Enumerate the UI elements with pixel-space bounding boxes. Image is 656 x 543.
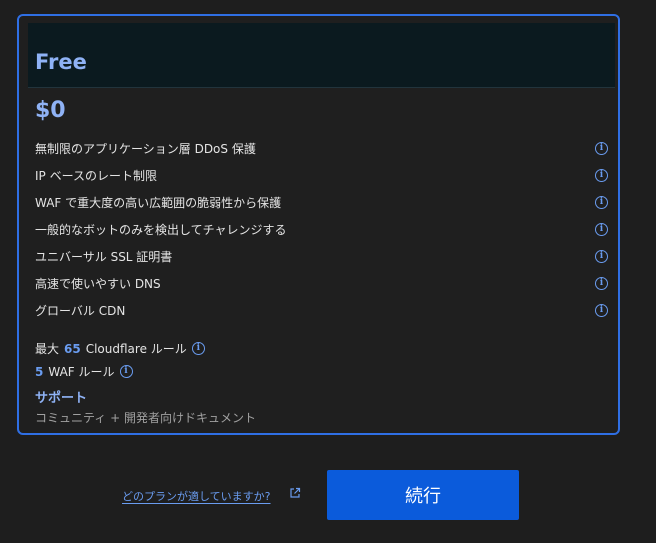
feature-item: 一般的なボットのみを検出してチャレンジする i (35, 216, 608, 243)
info-icon[interactable]: i (119, 365, 133, 378)
plan-price: $0 (35, 98, 66, 123)
feature-label: グローバル CDN (35, 304, 126, 318)
feature-item: 高速で使いやすい DNS i (35, 270, 608, 297)
plan-name: Free (35, 50, 87, 74)
feature-label: 高速で使いやすい DNS (35, 277, 161, 291)
external-link-icon[interactable] (289, 487, 301, 499)
info-icon[interactable]: i (595, 169, 608, 182)
info-icon[interactable]: i (191, 342, 205, 355)
info-icon[interactable]: i (595, 277, 608, 290)
plan-header: Free (28, 23, 615, 88)
info-icon[interactable]: i (595, 196, 608, 209)
info-icon[interactable]: i (595, 304, 608, 317)
feature-label: WAF で重大度の高い広範囲の脆弱性から保護 (35, 196, 282, 210)
feature-label: IP ベースのレート制限 (35, 169, 157, 183)
waf-rules-count: 5 (35, 364, 44, 379)
continue-button[interactable]: 続行 (327, 470, 519, 520)
feature-list: 無制限のアプリケーション層 DDoS 保護 i IP ベースのレート制限 i W… (35, 135, 608, 324)
cloudflare-rules-count: 65 (64, 341, 81, 356)
waf-rules-label: WAF ルール (48, 365, 115, 379)
feature-item: ユニバーサル SSL 証明書 i (35, 243, 608, 270)
support-title: サポート (35, 391, 88, 406)
cloudflare-rules-label: Cloudflare ルール (85, 342, 187, 356)
feature-item: WAF で重大度の高い広範囲の脆弱性から保護 i (35, 189, 608, 216)
feature-item: グローバル CDN i (35, 297, 608, 324)
waf-rules-row: 5 WAF ルール i (35, 360, 205, 383)
feature-label: 無制限のアプリケーション層 DDoS 保護 (35, 142, 256, 156)
plan-help-link[interactable]: どのプランが適していますか? (122, 488, 271, 504)
rule-limits: 最大 65 Cloudflare ルール i 5 WAF ルール i (35, 337, 205, 383)
feature-label: ユニバーサル SSL 証明書 (35, 250, 173, 264)
support-text: コミュニティ + 開発者向けドキュメント (35, 411, 256, 425)
feature-label: 一般的なボットのみを検出してチャレンジする (35, 223, 287, 237)
plan-card[interactable]: Free $0 無制限のアプリケーション層 DDoS 保護 i IP ベースのレ… (17, 14, 620, 435)
info-icon[interactable]: i (595, 142, 608, 155)
info-icon[interactable]: i (595, 223, 608, 236)
feature-item: 無制限のアプリケーション層 DDoS 保護 i (35, 135, 608, 162)
cloudflare-rules-prefix: 最大 (35, 342, 60, 356)
cloudflare-rules-row: 最大 65 Cloudflare ルール i (35, 337, 205, 360)
info-icon[interactable]: i (595, 250, 608, 263)
feature-item: IP ベースのレート制限 i (35, 162, 608, 189)
